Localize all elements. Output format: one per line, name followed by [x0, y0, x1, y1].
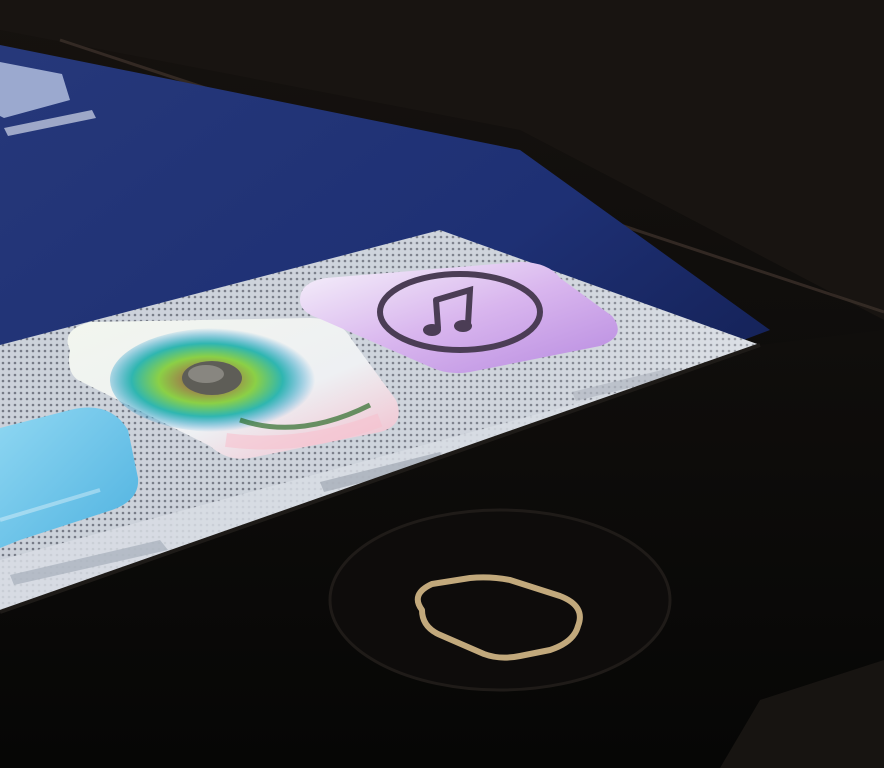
home-button[interactable] — [328, 508, 672, 692]
photo-scene — [0, 0, 884, 768]
device-photo — [0, 0, 884, 768]
